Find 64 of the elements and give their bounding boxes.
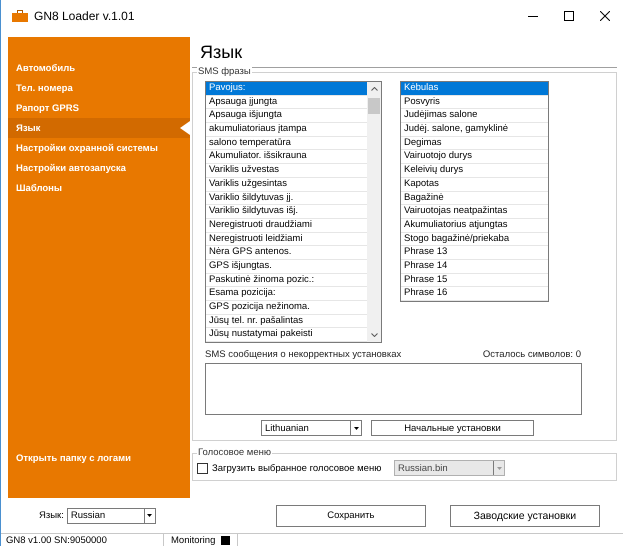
window-title: GN8 Loader v.1.01 — [34, 9, 136, 23]
list-item[interactable]: Pavojus: — [206, 82, 367, 96]
list-item[interactable]: Phrase 13 — [401, 246, 548, 260]
list-item[interactable]: Kapotas — [401, 178, 548, 192]
dropdown-arrow-icon — [496, 466, 502, 470]
remaining-characters-label: Осталось символов: 0 — [482, 349, 581, 360]
list-item[interactable]: Phrase 14 — [401, 260, 548, 274]
checkbox-label[interactable]: Загрузить выбранное голосовое меню — [212, 462, 394, 474]
factory-settings-button[interactable]: Заводские установки — [450, 504, 600, 526]
language-dropdown[interactable]: Lithuanian — [261, 420, 362, 436]
message-text-area[interactable] — [205, 363, 582, 416]
list-item[interactable]: Kėbulas — [401, 82, 548, 96]
scrollbar[interactable] — [367, 82, 381, 342]
list-item[interactable]: akumuliatoriaus įtampa — [206, 123, 367, 137]
list-item[interactable]: Stogo bagažinė/priekaba — [401, 232, 548, 246]
list-item[interactable]: Variklis užgesintas — [206, 178, 367, 192]
list-item[interactable]: Akumuliator. išsikrauna — [206, 150, 367, 164]
sidebar-item[interactable]: Язык — [8, 118, 190, 138]
list-item[interactable]: salono temperatūra — [206, 136, 367, 150]
monitoring-label: Monitoring — [171, 535, 216, 546]
list-item[interactable]: Apsauga išjungta — [206, 109, 367, 124]
dropdown-arrow-icon — [354, 426, 358, 430]
scrollbar-thumb[interactable] — [368, 98, 380, 114]
list-item[interactable]: Jūsų tel. nr. pašalintas — [206, 314, 367, 328]
save-button[interactable]: Сохранить — [276, 504, 426, 526]
list-item[interactable]: Variklio šildytuvas įj. — [206, 192, 367, 206]
monitoring-indicator-icon — [221, 536, 230, 545]
message-label: SMS сообщения о некорректных установках — [205, 349, 402, 360]
close-icon[interactable] — [600, 11, 610, 21]
language-dropdown[interactable]: Russian — [66, 508, 156, 524]
list-item[interactable]: Neregistruoti leidžiami — [206, 232, 367, 246]
list-item[interactable]: Nėra GPS antenos. — [206, 246, 367, 260]
list-item[interactable]: Judėjimas salone — [401, 109, 548, 124]
dropdown-arrow-icon — [147, 514, 152, 517]
list-item[interactable]: Vairuotojas neatpažintas — [401, 205, 548, 219]
group-title: SMS фразы — [197, 66, 252, 77]
list-item[interactable]: Akumuliatorius atjungtas — [401, 218, 548, 233]
list-item[interactable]: Variklio šildytuvas išj. — [206, 205, 367, 219]
page-title: Язык — [200, 42, 244, 63]
list-item[interactable]: GPS išjungtas. — [206, 260, 367, 274]
list-item[interactable]: Degimas — [401, 136, 548, 150]
list-item[interactable]: Judėj. salone, gamyklinė — [401, 123, 548, 137]
defaults-button[interactable]: Начальные установки — [371, 420, 534, 436]
briefcase-icon — [12, 10, 28, 22]
language-label: Язык: — [39, 510, 64, 521]
checkbox[interactable] — [197, 462, 208, 474]
maximize-icon[interactable] — [564, 11, 574, 21]
list-item[interactable]: Paskutinė žinoma pozic.: — [206, 274, 367, 288]
list-item[interactable]: Bagažinė — [401, 192, 548, 206]
version-text: GN8 v1.00 SN:9050000 — [1, 534, 164, 546]
list-item[interactable]: Neregistruoti draudžiami — [206, 218, 367, 233]
list-item[interactable]: Jūsų nustatymai pakeisti — [206, 328, 367, 342]
list-item[interactable]: Phrase 16 — [401, 287, 548, 301]
scroll-down-icon[interactable] — [370, 333, 378, 338]
list-item[interactable]: Phrase 15 — [401, 274, 548, 288]
list-item[interactable]: Esama pozicija: — [206, 287, 367, 301]
list-item[interactable]: GPS pozicija nežinoma. — [206, 301, 367, 315]
list-item[interactable]: Apsauga įjungta — [206, 96, 367, 110]
list-item[interactable]: Keleivių durys — [401, 164, 548, 178]
list-item[interactable]: Posvyris — [401, 96, 548, 110]
scroll-up-icon[interactable] — [370, 87, 378, 91]
group-title: Голосовое меню — [197, 447, 272, 458]
list-item[interactable]: Vairuotojo durys — [401, 150, 548, 164]
list-item[interactable]: Variklis užvestas — [206, 164, 367, 178]
